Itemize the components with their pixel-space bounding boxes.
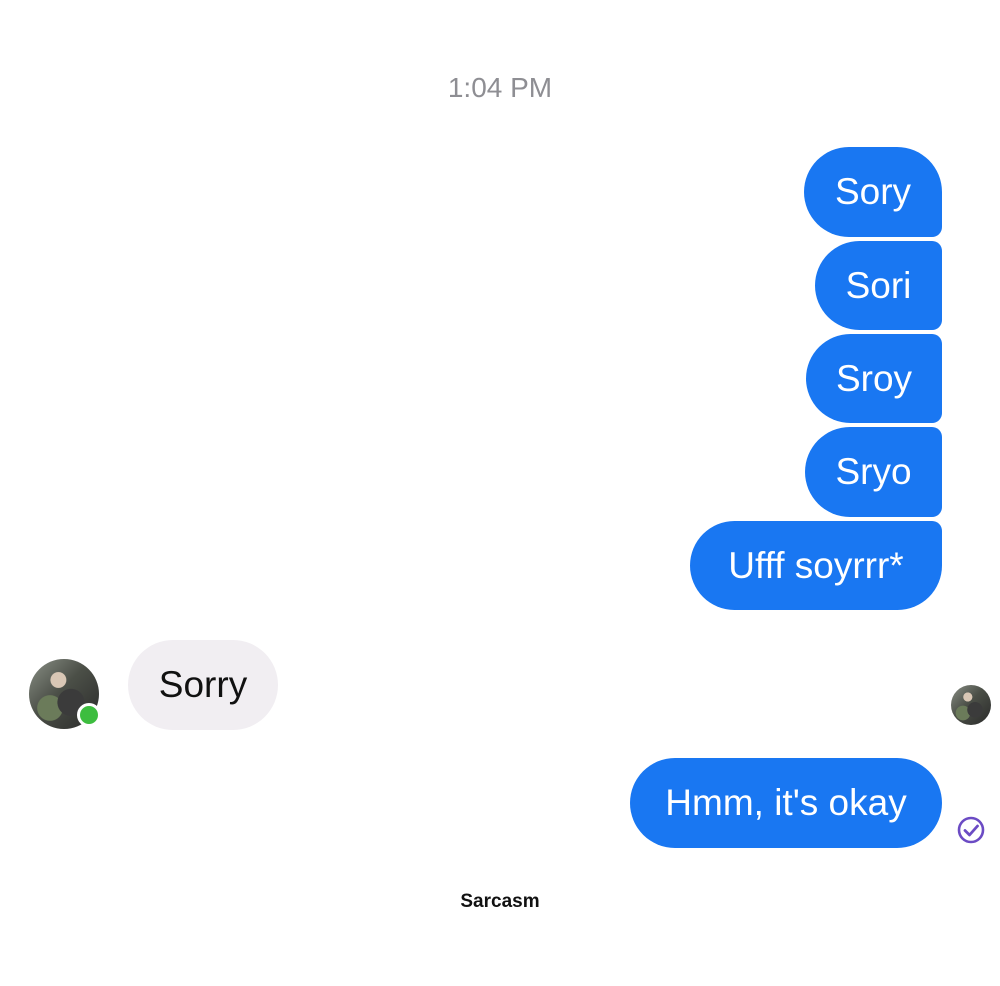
seen-avatar-photo xyxy=(951,685,991,725)
online-status-dot xyxy=(77,703,101,727)
outgoing-message-bubble[interactable]: Sryo xyxy=(805,427,942,517)
seen-receipt-avatar xyxy=(951,685,991,725)
image-caption: Sarcasm xyxy=(460,891,540,912)
contact-avatar[interactable] xyxy=(29,659,101,729)
outgoing-message-bubble[interactable]: Sroy xyxy=(806,334,942,423)
outgoing-message-bubble[interactable]: Sori xyxy=(815,241,942,330)
outgoing-message-bubble[interactable]: Ufff soyrrr* xyxy=(690,521,942,610)
incoming-message-bubble[interactable]: Sorry xyxy=(128,640,278,730)
outgoing-message-bubble[interactable]: Hmm, it's okay xyxy=(630,758,942,848)
sent-check-icon xyxy=(957,816,985,844)
outgoing-message-bubble[interactable]: Sory xyxy=(804,147,942,237)
message-timestamp: 1:04 PM xyxy=(447,72,553,103)
